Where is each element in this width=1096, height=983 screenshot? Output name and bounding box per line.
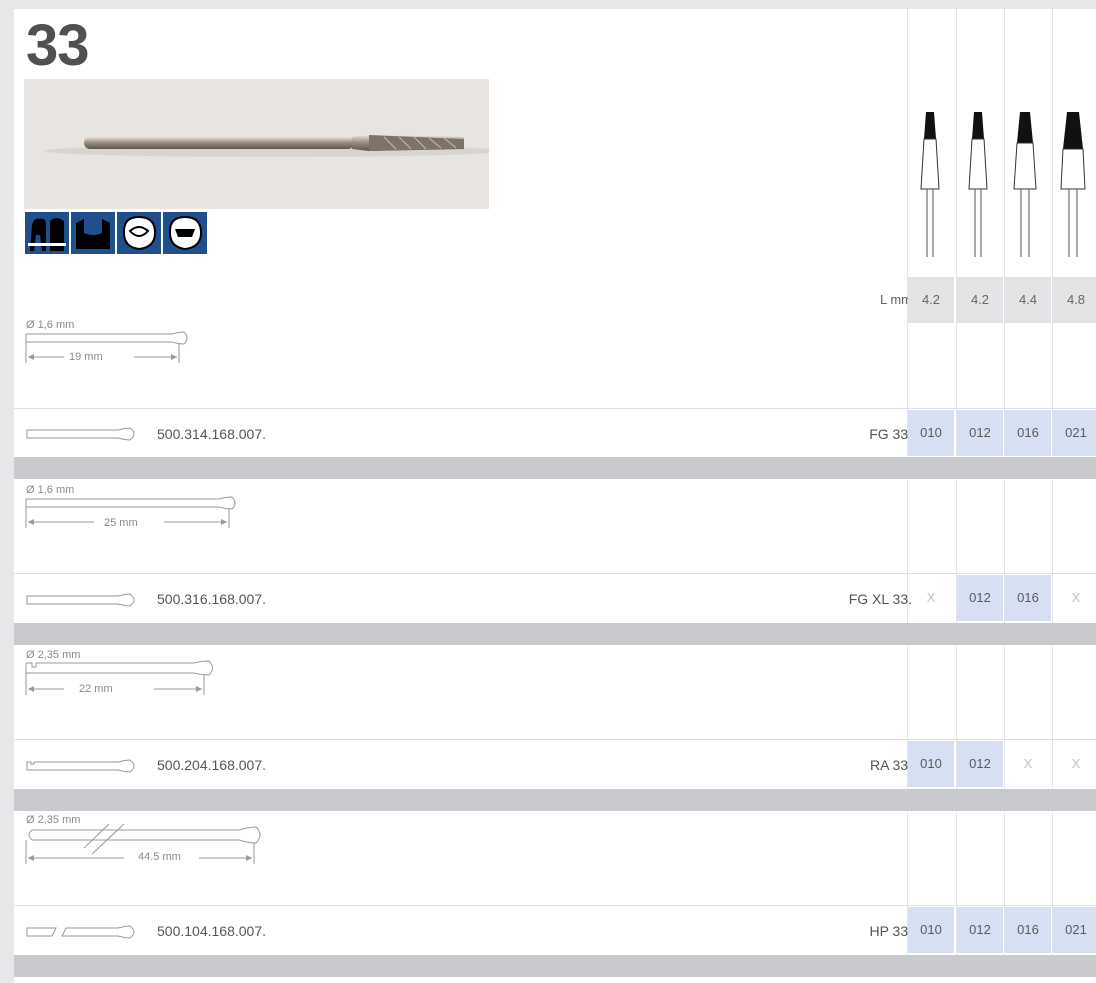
size-code: 016	[1005, 575, 1051, 621]
size-code: 012	[957, 410, 1003, 456]
size-code-unavailable: X	[926, 590, 936, 605]
tooth-cross-section-icon	[25, 212, 69, 254]
row-divider	[14, 408, 1096, 409]
catalog-sheet: 33 L mm 4.2 4.2 4.4 4.8 Ø 1,6 mm 19 mm 5…	[14, 9, 1096, 983]
size-code: 016	[1005, 907, 1051, 953]
size-code: 016	[1005, 410, 1051, 456]
size-code: 021	[1053, 907, 1096, 953]
bur-silhouette-010-icon	[920, 112, 940, 257]
length-value: 4.8	[1053, 277, 1096, 323]
bur-photo	[24, 79, 504, 209]
bur-silhouette-012-icon	[968, 112, 988, 257]
tooth-occlusal-prep-icon	[163, 212, 207, 254]
section-band	[14, 955, 1096, 977]
row-divider	[14, 573, 1096, 574]
bur-silhouette-016-icon	[1013, 112, 1037, 257]
bur-silhouettes	[920, 112, 1086, 257]
reference-number: 500.104.168.007.	[157, 923, 266, 939]
shank-length: 25 mm	[104, 517, 138, 529]
section-band	[14, 789, 1096, 811]
page-title: 33	[26, 13, 90, 78]
shank-length: 19 mm	[69, 351, 103, 363]
product-label: HP 33.	[869, 923, 912, 939]
product-label: FG XL 33.	[848, 591, 912, 607]
size-code-unavailable: X	[1071, 756, 1081, 771]
size-code-unavailable: X	[1071, 590, 1081, 605]
shank-fg-xl-icon	[26, 593, 135, 607]
row-divider	[14, 905, 1096, 906]
bur-silhouette-021-icon	[1060, 112, 1086, 257]
length-value: 4.4	[1005, 277, 1051, 323]
size-code-unavailable: X	[1023, 756, 1033, 771]
shank-hp-icon	[26, 925, 135, 939]
row-divider	[14, 739, 1096, 740]
size-code: 012	[957, 575, 1003, 621]
shank-fg-icon	[26, 427, 135, 441]
size-code: 012	[957, 741, 1003, 787]
shank-ra-icon	[26, 759, 135, 773]
length-value: 4.2	[908, 277, 954, 323]
product-label: RA 33.	[869, 757, 912, 773]
section-band	[14, 457, 1096, 479]
shank-diagram-icon	[25, 496, 236, 528]
shank-diagram-icon	[25, 331, 188, 363]
section-band	[14, 623, 1096, 645]
tooth-occlusal-icon	[117, 212, 161, 254]
size-code: 012	[957, 907, 1003, 953]
length-value: 4.2	[957, 277, 1003, 323]
reference-number: 500.316.168.007.	[157, 591, 266, 607]
product-label: FG 33.	[869, 426, 912, 442]
size-code: 010	[908, 410, 954, 456]
size-code: 010	[908, 741, 954, 787]
tooth-crown-icon	[71, 212, 115, 254]
reference-number: 500.314.168.007.	[157, 426, 266, 442]
indication-icons	[24, 211, 212, 255]
reference-number: 500.204.168.007.	[157, 757, 266, 773]
shank-length: 22 mm	[79, 683, 113, 695]
shank-length: 44.5 mm	[138, 851, 181, 863]
size-code: 010	[908, 907, 954, 953]
size-code: 021	[1053, 410, 1096, 456]
shank-diagram-icon	[25, 660, 213, 695]
